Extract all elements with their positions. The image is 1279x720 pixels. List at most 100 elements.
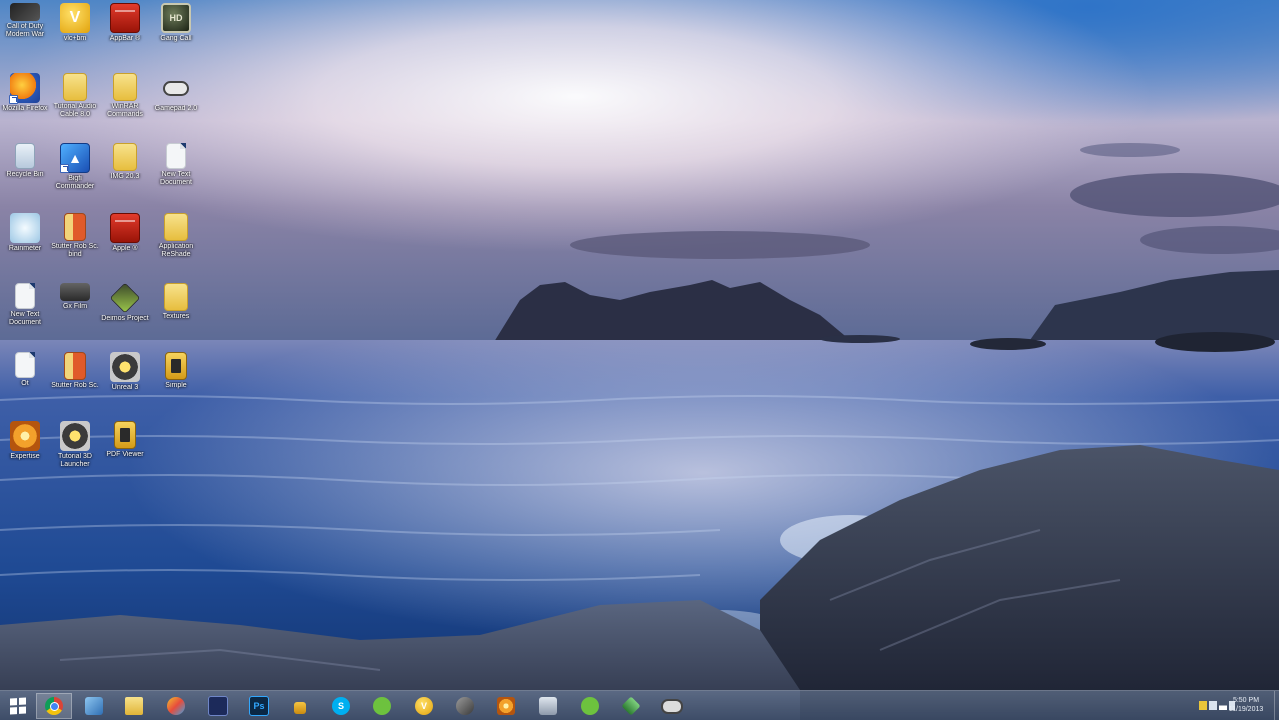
- document-icon: [15, 352, 35, 378]
- desktop-icon-label: Mozilla Firefox: [2, 105, 48, 112]
- desktop-icon-deimos[interactable]: Deimos Project: [100, 282, 150, 347]
- desktop-icon-label: Gang Call: [160, 35, 192, 42]
- start-button[interactable]: [0, 693, 36, 719]
- window-icon: [539, 697, 557, 715]
- desktop-icon-rainmeter[interactable]: Rainmeter: [0, 213, 50, 277]
- taskbar-app-paint[interactable]: [158, 693, 194, 719]
- desktop-icon-new-text-2[interactable]: New Text Document: [0, 283, 50, 347]
- taskbar-app-spotify-2[interactable]: [572, 693, 608, 719]
- system-tray: 5:50 PM 11/19/2013: [1149, 691, 1279, 720]
- skype-icon: S: [332, 697, 350, 715]
- windows-start-icon: [10, 697, 26, 715]
- flag-icon[interactable]: [1209, 701, 1217, 710]
- gauge-icon: [60, 421, 90, 451]
- desktop-icon-tutorial-audio[interactable]: Tutorial Audio Cable 8.0: [50, 73, 100, 137]
- desktop-icon-3d-launcher[interactable]: Tutorial 3D Launcher: [50, 421, 100, 485]
- taskbar-app-v[interactable]: V: [406, 693, 442, 719]
- gauge-icon: [110, 352, 140, 382]
- desktop-icon-call-of-duty[interactable]: Call of Duty Modern War: [0, 3, 50, 67]
- desktop-icon-label: Apple ®: [112, 245, 138, 252]
- network-icon: [85, 697, 103, 715]
- desktop-icon-new-text-1[interactable]: New Text Document: [151, 143, 201, 207]
- book-icon: [64, 213, 86, 241]
- desktop-icon-label: Tutorial 3D Launcher: [58, 453, 92, 468]
- desktop-icon-unreal[interactable]: Unreal 3: [100, 352, 150, 416]
- lock-icon: [294, 702, 306, 714]
- taskbar-app-tool[interactable]: [447, 693, 483, 719]
- document-icon: [166, 143, 186, 169]
- taskbar-app-photoshop[interactable]: Ps: [241, 693, 277, 719]
- folder-icon: [113, 73, 137, 101]
- desktop-icon-vlc[interactable]: V vlc+bm: [50, 3, 100, 67]
- paint-icon: [167, 697, 185, 715]
- desktop-icon-reshade[interactable]: Application ReShade: [151, 213, 201, 277]
- desktop-icon-label: PDF Viewer: [106, 451, 144, 458]
- firefox-icon: [9, 73, 40, 104]
- desktop-icon-expertise[interactable]: Expertise: [0, 421, 50, 485]
- desktop-icon-apple[interactable]: Apple ®: [100, 213, 150, 277]
- game-icon: [10, 3, 40, 21]
- desktop-icon-bigfi[interactable]: ▲ Bigfi Commander: [50, 143, 100, 207]
- desktop-icon-simple[interactable]: Simple: [151, 352, 201, 416]
- desktop-icon-textures[interactable]: Textures: [151, 283, 201, 347]
- taskbar-app-chrome[interactable]: [36, 693, 72, 719]
- desktop-icon-label: Gamepad 2.0: [154, 105, 198, 112]
- taskbar: Ps S V 5:50 PM 11/19/2013: [0, 690, 1279, 720]
- desktop-icon-label: Rainmeter: [8, 245, 42, 252]
- desktop-icon-ot[interactable]: Ot: [0, 352, 50, 416]
- v-app-icon: V: [60, 3, 90, 33]
- red-app-icon: [110, 213, 140, 243]
- pdf-icon: [165, 352, 187, 380]
- hd-app-icon: HD: [161, 3, 191, 33]
- folder-icon: [164, 283, 188, 311]
- taskbar-app-game[interactable]: [488, 693, 524, 719]
- taskbar-app-network[interactable]: [76, 693, 112, 719]
- camera-icon: [60, 283, 90, 301]
- desktop-icon-recycle-bin[interactable]: Recycle Bin: [0, 143, 50, 207]
- swirl-app-icon: [10, 213, 40, 243]
- desktop-icon-label: Application ReShade: [158, 243, 194, 258]
- tray-app-icon[interactable]: [1199, 701, 1207, 710]
- desktop-icon-gamepad[interactable]: Gamepad 2.0: [151, 73, 201, 137]
- taskbar-app-spotify[interactable]: [364, 693, 400, 719]
- shortcut-arrow-icon: [60, 164, 69, 173]
- desktop-icon-label: Recycle Bin: [6, 171, 44, 178]
- desktop-icon-img[interactable]: IMG 20.3: [100, 143, 150, 207]
- desktop-icon-stutter-bind[interactable]: Stutter Rob Sc. bind: [50, 213, 100, 277]
- taskbar-app-media[interactable]: [200, 693, 236, 719]
- taskbar-app-gamepad[interactable]: [654, 693, 690, 719]
- desktop-icon-winrar[interactable]: WinRAR Commands: [100, 73, 150, 137]
- red-app-icon: [110, 3, 140, 33]
- taskbar-app-diamond[interactable]: [613, 693, 649, 719]
- desktop-icon-label: New Text Document: [160, 171, 192, 186]
- gamepad-icon: [661, 698, 683, 714]
- desktop-icon-label: Call of Duty Modern War: [5, 23, 45, 38]
- desktop-icon-gx-film[interactable]: Gx Film: [50, 283, 100, 347]
- photoshop-icon: Ps: [249, 696, 269, 716]
- shortcut-arrow-icon: [9, 95, 18, 104]
- desktop-icon-label: Expertise: [10, 453, 40, 460]
- desktop-icon-label: Simple: [165, 382, 187, 389]
- desktop-icon-pdf-viewer[interactable]: PDF Viewer: [100, 421, 150, 485]
- desktop-icon-gang-call[interactable]: HD Gang Call: [151, 3, 201, 67]
- tool-icon: [456, 697, 474, 715]
- taskbar-app-skype[interactable]: S: [323, 693, 359, 719]
- chrome-icon: [45, 697, 63, 715]
- desktop-icon-firefox[interactable]: Mozilla Firefox: [0, 73, 50, 137]
- show-desktop-button[interactable]: [1274, 691, 1279, 720]
- desktop-icon-label: Gx Film: [62, 303, 88, 310]
- desktop-icon-label: Ot: [21, 380, 29, 387]
- desktop-icon-stutter[interactable]: Stutter Rob Sc.: [50, 352, 100, 416]
- taskbar-app-window[interactable]: [530, 693, 566, 719]
- starburst-icon: [497, 697, 515, 715]
- blue-app-icon: ▲: [60, 143, 90, 173]
- folder-icon: [63, 73, 87, 101]
- taskbar-app-lock[interactable]: [282, 693, 318, 719]
- desktop-icon-label: New Text Document: [9, 311, 41, 326]
- taskbar-app-explorer[interactable]: [116, 693, 152, 719]
- clock-time[interactable]: 5:50 PM: [1221, 697, 1271, 705]
- desktop-icon-appbar[interactable]: AppBar ®: [100, 3, 150, 67]
- desktop-icon-label: Textures: [162, 313, 190, 320]
- clock-date[interactable]: 11/19/2013: [1221, 706, 1271, 714]
- pdf-icon: [114, 421, 136, 449]
